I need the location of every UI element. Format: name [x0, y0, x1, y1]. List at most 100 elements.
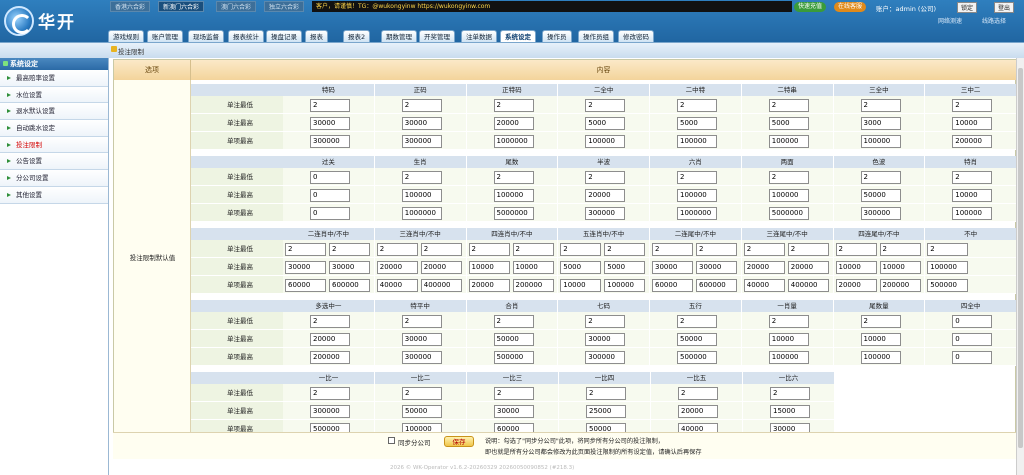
- lottery-tab-new-macau[interactable]: 新澳门六合彩: [158, 1, 205, 12]
- limit-input[interactable]: 2: [402, 387, 442, 400]
- tab-11[interactable]: 操作员: [542, 30, 572, 42]
- save-button[interactable]: 保存: [444, 436, 474, 447]
- limit-input[interactable]: 5000000: [493, 207, 534, 220]
- sidebar-item-4[interactable]: 投注限制: [0, 136, 108, 154]
- limit-input[interactable]: 2: [512, 243, 554, 256]
- limit-input[interactable]: 2: [677, 315, 717, 328]
- limit-input[interactable]: 1000000: [401, 207, 442, 220]
- limit-input[interactable]: 2: [494, 387, 534, 400]
- tab-7[interactable]: 期数管理: [381, 30, 417, 42]
- limit-input[interactable]: 2: [310, 387, 350, 400]
- sidebar-item-6[interactable]: 分公司设置: [0, 170, 108, 187]
- limit-input[interactable]: 20000: [493, 117, 534, 130]
- limit-input[interactable]: 30000: [652, 261, 693, 274]
- limit-input[interactable]: 100000: [677, 135, 717, 148]
- limit-input[interactable]: 2: [310, 315, 350, 328]
- limit-input[interactable]: 2: [493, 99, 534, 112]
- limit-input[interactable]: 2: [652, 243, 693, 256]
- limit-input[interactable]: 50000: [402, 405, 442, 418]
- limit-input[interactable]: 10000: [768, 333, 809, 346]
- limit-input[interactable]: 300000: [401, 351, 442, 364]
- limit-input[interactable]: 2: [879, 243, 921, 256]
- tab-8[interactable]: 开奖管理: [419, 30, 455, 42]
- limit-input[interactable]: 2: [927, 243, 969, 256]
- tab-13[interactable]: 修改密码: [618, 30, 654, 42]
- limit-input[interactable]: 2: [586, 387, 626, 400]
- limit-input[interactable]: 20000: [468, 279, 510, 292]
- limit-input[interactable]: 10000: [952, 189, 993, 202]
- limit-input[interactable]: 10000: [512, 261, 554, 274]
- limit-input[interactable]: 30000: [494, 405, 534, 418]
- sidebar-item-1[interactable]: 水位设置: [0, 86, 108, 104]
- limit-input[interactable]: 2: [285, 243, 326, 256]
- limit-input[interactable]: 0: [310, 171, 350, 184]
- limit-input[interactable]: 5000: [768, 117, 809, 130]
- lottery-tab-hk[interactable]: 香港六合彩: [110, 1, 151, 12]
- scrollbar[interactable]: [1016, 58, 1024, 475]
- limit-input[interactable]: 2: [696, 243, 737, 256]
- limit-input[interactable]: 5000000: [768, 207, 809, 220]
- lock-button[interactable]: 锁定: [957, 2, 978, 13]
- limit-input[interactable]: 25000: [586, 405, 626, 418]
- limit-input[interactable]: 50000: [677, 333, 717, 346]
- limit-input[interactable]: 30000: [310, 117, 350, 130]
- limit-input[interactable]: 15000: [770, 405, 810, 418]
- limit-input[interactable]: 400000: [420, 279, 462, 292]
- limit-input[interactable]: 30000: [285, 261, 326, 274]
- limit-input[interactable]: 2: [768, 315, 809, 328]
- limit-input[interactable]: 40000: [376, 279, 418, 292]
- limit-input[interactable]: 2: [329, 243, 370, 256]
- sync-checkbox[interactable]: [388, 437, 395, 444]
- tab-9[interactable]: 注单数据: [461, 30, 497, 42]
- limit-input[interactable]: 2: [677, 171, 717, 184]
- limit-input[interactable]: 0: [952, 333, 993, 346]
- limit-input[interactable]: 30000: [401, 117, 442, 130]
- limit-input[interactable]: 100000: [860, 135, 901, 148]
- limit-input[interactable]: 100000: [493, 189, 534, 202]
- limit-input[interactable]: 500000: [677, 351, 717, 364]
- limit-input[interactable]: 5000: [677, 117, 717, 130]
- limit-input[interactable]: 600000: [696, 279, 737, 292]
- limit-input[interactable]: 2: [768, 99, 809, 112]
- limit-input[interactable]: 100000: [927, 261, 969, 274]
- limit-input[interactable]: 2: [860, 315, 901, 328]
- limit-input[interactable]: 100000: [860, 351, 901, 364]
- limit-input[interactable]: 30000: [585, 333, 626, 346]
- limit-input[interactable]: 100000: [768, 189, 809, 202]
- limit-input[interactable]: 20000: [310, 333, 350, 346]
- limit-input[interactable]: 100000: [604, 279, 646, 292]
- limit-input[interactable]: 60000: [652, 279, 693, 292]
- limit-input[interactable]: 10000: [860, 333, 901, 346]
- limit-input[interactable]: 5000: [560, 261, 602, 274]
- limit-input[interactable]: 2: [604, 243, 646, 256]
- lottery-tab-macau[interactable]: 澳门六合彩: [216, 1, 257, 12]
- tab-3[interactable]: 报表统计: [228, 30, 264, 42]
- limit-input[interactable]: 5000: [585, 117, 626, 130]
- limit-input[interactable]: 2: [952, 99, 993, 112]
- tab-5[interactable]: 报表: [305, 30, 328, 42]
- fast-recharge-button[interactable]: 快速充值: [794, 2, 827, 12]
- limit-input[interactable]: 2: [835, 243, 877, 256]
- limit-input[interactable]: 300000: [585, 351, 626, 364]
- sidebar-item-7[interactable]: 其他设置: [0, 186, 108, 204]
- limit-input[interactable]: 10000: [468, 261, 510, 274]
- limit-input[interactable]: 0: [952, 351, 993, 364]
- limit-input[interactable]: 100000: [768, 135, 809, 148]
- limit-input[interactable]: 2: [420, 243, 462, 256]
- limit-input[interactable]: 3000: [860, 117, 901, 130]
- tab-6[interactable]: 报表2: [343, 30, 371, 42]
- limit-input[interactable]: 2: [585, 315, 626, 328]
- tab-4[interactable]: 操盘记录: [266, 30, 302, 42]
- limit-input[interactable]: 1000000: [493, 135, 534, 148]
- limit-input[interactable]: 2: [770, 387, 810, 400]
- tab-0[interactable]: 游戏规则: [108, 30, 144, 42]
- limit-input[interactable]: 500000: [493, 351, 534, 364]
- online-service-button[interactable]: 在线客服: [834, 2, 867, 12]
- limit-input[interactable]: 300000: [585, 207, 626, 220]
- limit-input[interactable]: 5000: [604, 261, 646, 274]
- limit-input[interactable]: 20000: [787, 261, 829, 274]
- limit-input[interactable]: 10000: [952, 117, 993, 130]
- limit-input[interactable]: 2: [493, 315, 534, 328]
- limit-input[interactable]: 0: [310, 189, 350, 202]
- limit-input[interactable]: 40000: [743, 279, 785, 292]
